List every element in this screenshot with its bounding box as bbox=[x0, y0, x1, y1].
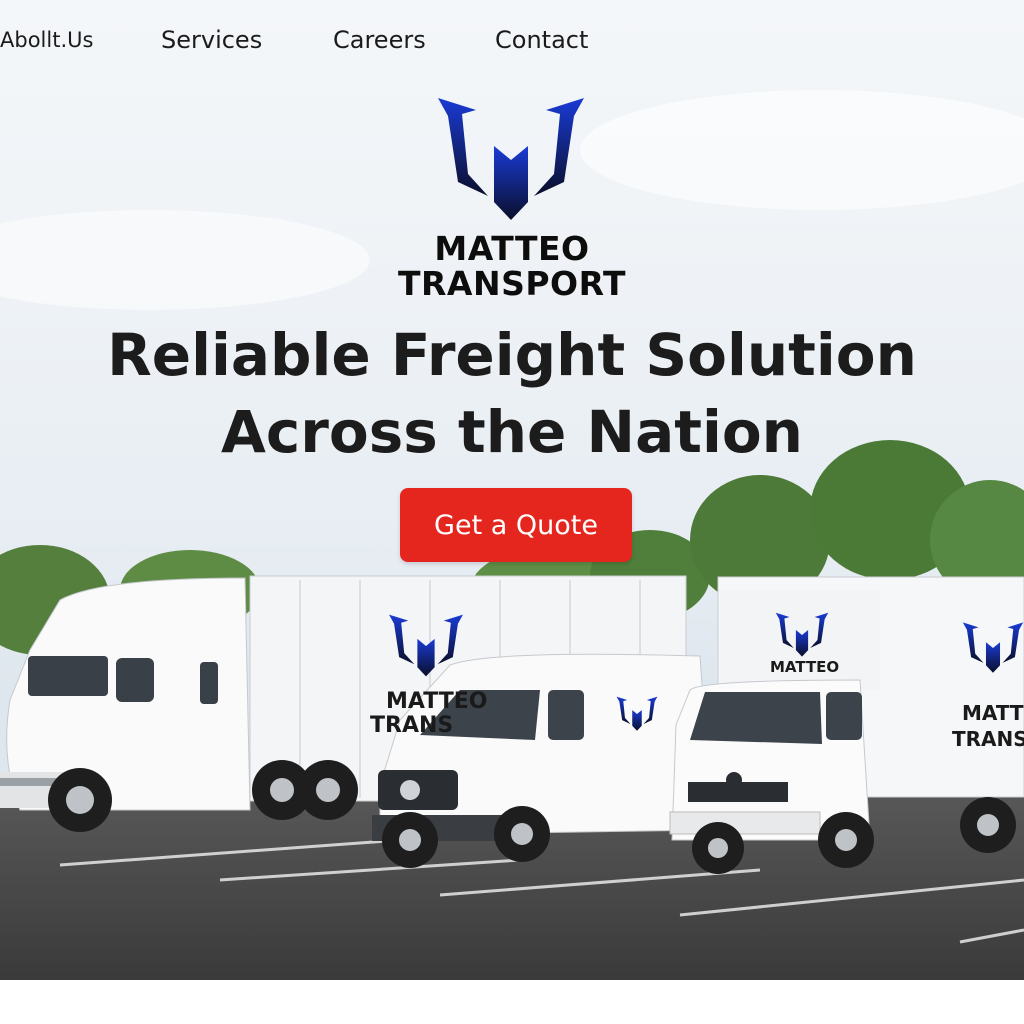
stylized-m-wings-icon bbox=[438, 98, 584, 220]
hero-section: MATTEO TRANS MATTEO MATTEO TRANSPORT Abo… bbox=[0, 0, 1024, 980]
brand-logo[interactable]: MATTEO TRANSPORT bbox=[0, 96, 1024, 306]
semi-brand-line2: TRANS bbox=[370, 713, 453, 738]
box-top-brand: MATTEO bbox=[770, 658, 839, 676]
nav-contact[interactable]: Contact bbox=[495, 26, 588, 54]
hero-headline-line2: Across the Nation bbox=[221, 398, 803, 466]
nav-careers[interactable]: Careers bbox=[333, 26, 426, 54]
top-navigation: Abollt.Us Services Careers Contact bbox=[0, 22, 1024, 62]
page-bottom-band bbox=[0, 980, 1024, 1024]
get-quote-button[interactable]: Get a Quote bbox=[400, 488, 632, 562]
box-truck bbox=[669, 576, 1024, 874]
brand-name-line2: TRANSPORT bbox=[397, 264, 627, 303]
nav-services[interactable]: Services bbox=[161, 26, 262, 54]
box-side-brand-line2: TRANSPORT bbox=[952, 727, 1024, 751]
semi-brand-line1: MATTEO bbox=[386, 689, 487, 714]
brand-name-line1: MATTEO bbox=[434, 229, 590, 268]
box-side-brand-line1: MATTEO bbox=[962, 701, 1024, 725]
hero-headline-line1: Reliable Freight Solution bbox=[107, 321, 917, 389]
nav-about-us[interactable]: Abollt.Us bbox=[0, 28, 93, 52]
